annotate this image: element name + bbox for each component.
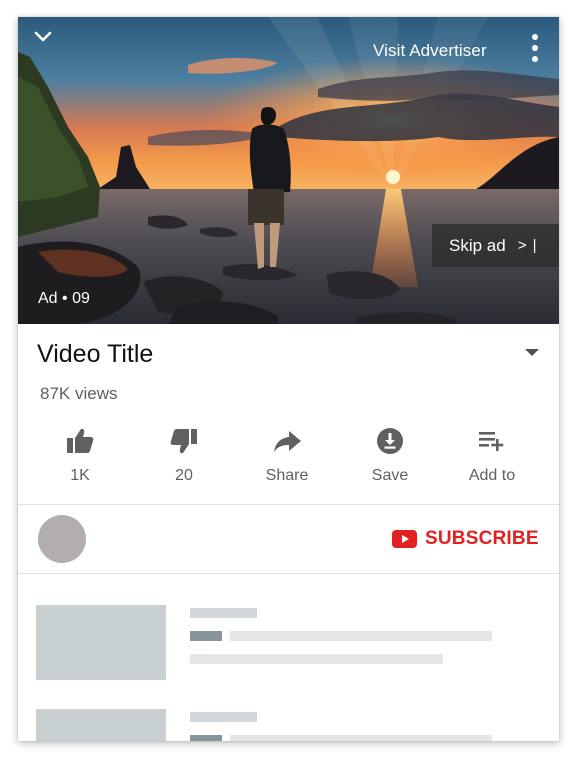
placeholder-title-bar — [190, 608, 257, 618]
divider — [18, 504, 559, 505]
more-vertical-icon-dot — [532, 45, 538, 51]
share-button[interactable]: Share — [242, 425, 332, 485]
thumb-up-icon — [67, 428, 94, 453]
skip-arrow-icon: > | — [517, 237, 538, 254]
app-card: Visit Advertiser Skip ad > | Ad • 09 Vid… — [18, 17, 559, 741]
skip-ad-label: Skip ad — [449, 235, 506, 255]
placeholder-thumbnail[interactable] — [36, 605, 166, 680]
like-count: 1K — [70, 467, 90, 484]
dislike-count: 20 — [175, 467, 193, 484]
channel-avatar[interactable] — [38, 515, 86, 563]
placeholder-text-bar — [190, 654, 443, 664]
more-vertical-icon — [532, 34, 538, 40]
view-count: 87K views — [40, 384, 118, 403]
video-title: Video Title — [37, 340, 154, 368]
add-to-playlist-button[interactable]: Add to — [447, 425, 537, 485]
share-label: Share — [265, 467, 309, 484]
placeholder-thumbnail[interactable] — [36, 709, 166, 741]
add-to-label: Add to — [468, 467, 516, 484]
action-bar: 1K 20 Share Save Add to — [18, 425, 559, 485]
share-icon — [274, 431, 301, 452]
placeholder-text-bar — [230, 631, 492, 641]
video-player[interactable]: Visit Advertiser Skip ad > | Ad • 09 — [18, 17, 559, 324]
subscribe-label: SUBSCRIBE — [425, 528, 539, 549]
placeholder-channel-bar — [190, 631, 222, 641]
collapse-player-button[interactable] — [32, 26, 54, 48]
save-label: Save — [371, 467, 409, 484]
ad-video-frame — [18, 17, 559, 324]
divider — [18, 573, 559, 574]
caret-down-icon[interactable] — [525, 349, 539, 356]
ad-countdown-label: Ad • 09 — [38, 290, 90, 307]
subscribe-button[interactable]: SUBSCRIBE — [392, 527, 539, 551]
save-button[interactable]: Save — [345, 425, 435, 485]
chevron-down-icon — [34, 31, 52, 42]
dislike-button[interactable]: 20 — [139, 425, 229, 485]
more-vertical-icon-dot — [532, 56, 538, 62]
download-icon — [377, 428, 403, 454]
placeholder-title-bar — [190, 712, 257, 722]
playlist-add-icon — [479, 432, 504, 451]
more-options-button[interactable] — [525, 31, 545, 69]
visit-advertiser-link[interactable]: Visit Advertiser — [373, 41, 487, 61]
placeholder-text-bar — [230, 735, 492, 741]
skip-ad-button[interactable]: Skip ad > | — [432, 224, 559, 267]
thumb-down-icon — [170, 429, 197, 454]
like-button[interactable]: 1K — [35, 425, 125, 485]
placeholder-channel-bar — [190, 735, 222, 741]
youtube-logo-icon — [392, 530, 417, 548]
